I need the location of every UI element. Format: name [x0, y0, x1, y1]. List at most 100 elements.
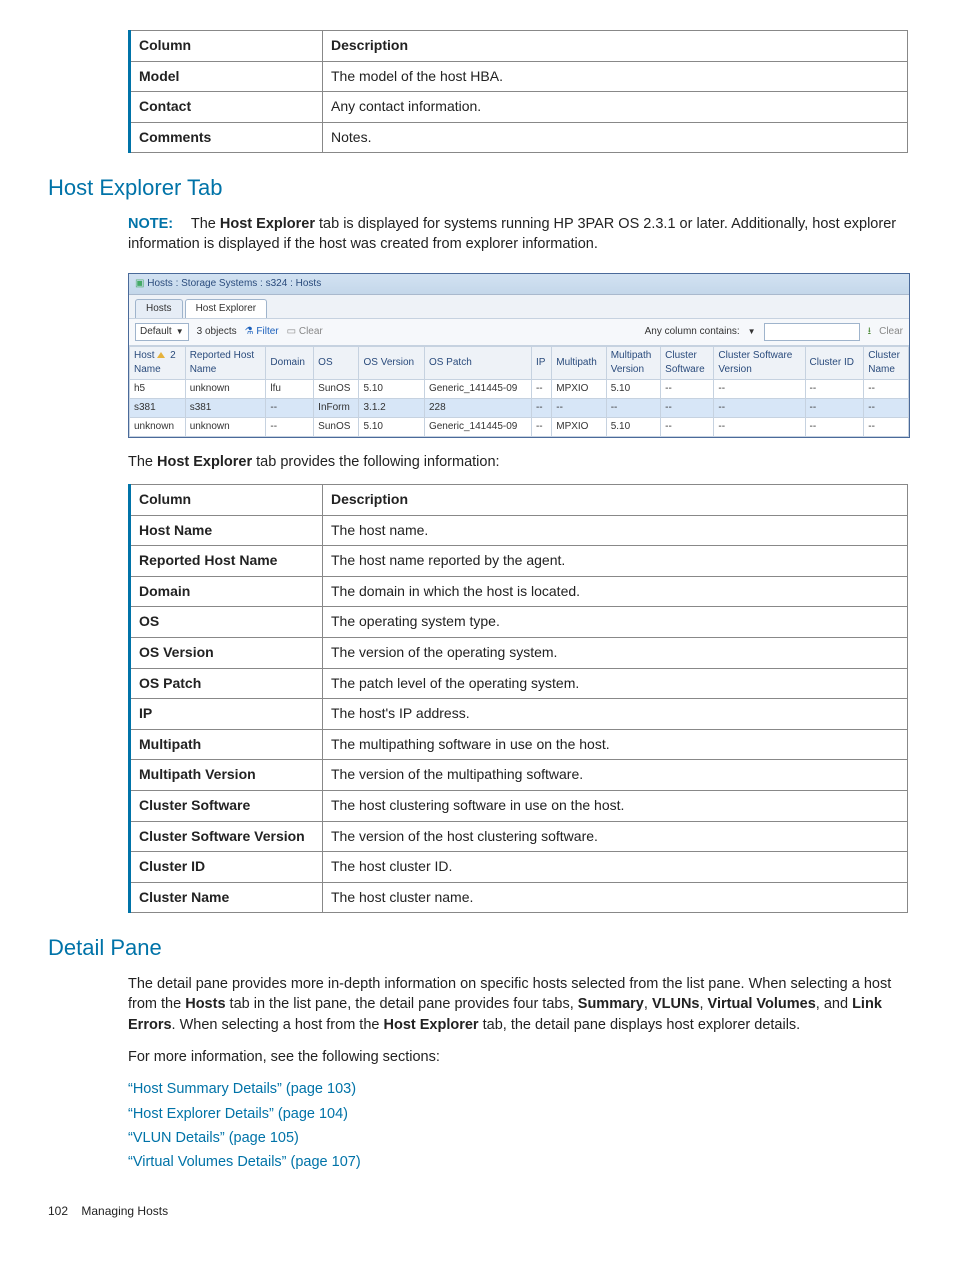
toolbar: Default ▼ 3 objects ⚗ Filter ▭ Clear Any…	[129, 318, 909, 346]
column-header[interactable]: Host 2Name	[130, 346, 186, 379]
cell-column: Cluster Software Version	[130, 821, 323, 852]
cell-description: The patch level of the operating system.	[323, 668, 908, 699]
grid-cell: h5	[130, 379, 186, 398]
grid-cell: 5.10	[606, 417, 660, 436]
column-header[interactable]: ClusterName	[864, 346, 909, 379]
grid-cell: --	[606, 398, 660, 417]
column-header[interactable]: Domain	[266, 346, 314, 379]
grid-cell: Generic_141445-09	[424, 417, 531, 436]
column-header[interactable]: OS Patch	[424, 346, 531, 379]
grid-cell: 228	[424, 398, 531, 417]
clear-link[interactable]: Clear	[879, 325, 903, 339]
grid-cell: SunOS	[314, 379, 359, 398]
cell-column: Cluster Name	[130, 882, 323, 913]
grid-cell: --	[661, 417, 714, 436]
search-input[interactable]	[764, 323, 860, 341]
grid-row[interactable]: s381s381--InForm3.1.2228--------------	[130, 398, 909, 417]
cell-description: The host name reported by the agent.	[323, 546, 908, 577]
cell-column: OS	[130, 607, 323, 638]
table-row: ContactAny contact information.	[130, 92, 908, 123]
grid-cell: --	[531, 379, 551, 398]
th-description: Description	[323, 485, 908, 516]
tab-bar: HostsHost Explorer	[129, 295, 909, 318]
cell-column: Host Name	[130, 515, 323, 546]
grid-cell: unknown	[130, 417, 186, 436]
grid-row[interactable]: unknownunknown--SunOS5.10Generic_141445-…	[130, 417, 909, 436]
cross-ref-link[interactable]: “Virtual Volumes Details” (page 107)	[128, 1154, 361, 1170]
grid-cell: s381	[130, 398, 186, 417]
table-row: Reported Host NameThe host name reported…	[130, 546, 908, 577]
grid-cell: --	[805, 417, 864, 436]
cell-description: Any contact information.	[323, 92, 908, 123]
cross-ref-link[interactable]: “VLUN Details” (page 105)	[128, 1130, 299, 1146]
export-icon[interactable]: ⭳	[868, 325, 872, 339]
tab-host-explorer[interactable]: Host Explorer	[185, 299, 268, 318]
cell-description: The host cluster name.	[323, 882, 908, 913]
note-text-bold: Host Explorer	[220, 216, 315, 232]
grid-cell: lfu	[266, 379, 314, 398]
window-icon: ▣	[135, 278, 144, 289]
grid-cell: --	[714, 398, 805, 417]
grid-cell: unknown	[185, 417, 266, 436]
page-number: 102	[48, 1204, 68, 1218]
cell-description: The host's IP address.	[323, 699, 908, 730]
cross-ref-link[interactable]: “Host Explorer Details” (page 104)	[128, 1106, 348, 1122]
filter-label: Filter	[256, 326, 278, 337]
sort-asc-icon	[157, 352, 165, 358]
cell-description: The host name.	[323, 515, 908, 546]
filter-link[interactable]: ⚗ Filter	[245, 325, 279, 339]
column-header[interactable]: Cluster ID	[805, 346, 864, 379]
table-row: Multipath VersionThe version of the mult…	[130, 760, 908, 791]
chevron-down-icon: ▼	[176, 326, 184, 337]
table-row: Cluster SoftwareThe host clustering soft…	[130, 791, 908, 822]
table-host-explorer-columns: Column Description Host NameThe host nam…	[128, 484, 908, 913]
grid-cell: MPXIO	[552, 379, 606, 398]
grid-row[interactable]: h5unknownlfuSunOS5.10Generic_141445-09--…	[130, 379, 909, 398]
chevron-down-icon[interactable]: ▼	[748, 326, 756, 337]
grid-cell: InForm	[314, 398, 359, 417]
table-top-columns: Column Description ModelThe model of the…	[128, 30, 908, 153]
column-header[interactable]: MultipathVersion	[606, 346, 660, 379]
th-column: Column	[130, 485, 323, 516]
tab-hosts[interactable]: Hosts	[135, 299, 183, 318]
column-header[interactable]: Multipath	[552, 346, 606, 379]
default-dropdown[interactable]: Default ▼	[135, 323, 189, 341]
cell-description: The version of the multipathing software…	[323, 760, 908, 791]
column-header[interactable]: OS	[314, 346, 359, 379]
cell-description: The multipathing software in use on the …	[323, 729, 908, 760]
th-column: Column	[130, 31, 323, 62]
table-row: CommentsNotes.	[130, 122, 908, 153]
grid-cell: 5.10	[359, 417, 424, 436]
grid-host-explorer: Host 2NameReported HostNameDomainOSOS Ve…	[129, 346, 909, 437]
window-title: ▣ Hosts : Storage Systems : s324 : Hosts	[129, 274, 909, 295]
objects-count: 3 objects	[197, 325, 237, 339]
note-text-pre: The	[191, 216, 220, 232]
grid-cell: SunOS	[314, 417, 359, 436]
cell-description: Notes.	[323, 122, 908, 153]
table-row: Cluster NameThe host cluster name.	[130, 882, 908, 913]
grid-cell: --	[552, 398, 606, 417]
grid-cell: --	[531, 398, 551, 417]
clear-small-link[interactable]: ▭ Clear	[287, 325, 323, 339]
cell-column: Reported Host Name	[130, 546, 323, 577]
cell-description: The host clustering software in use on t…	[323, 791, 908, 822]
detail-pane-para1: The detail pane provides more in-depth i…	[128, 974, 908, 1035]
grid-cell: --	[266, 417, 314, 436]
cross-ref-link[interactable]: “Host Summary Details” (page 103)	[128, 1081, 356, 1097]
grid-cell: 5.10	[359, 379, 424, 398]
column-header[interactable]: IP	[531, 346, 551, 379]
column-header[interactable]: Cluster SoftwareVersion	[714, 346, 805, 379]
cell-description: The version of the host clustering softw…	[323, 821, 908, 852]
filter-icon: ⚗	[245, 326, 254, 337]
heading-host-explorer-tab: Host Explorer Tab	[48, 173, 906, 204]
cell-column: IP	[130, 699, 323, 730]
note-label: NOTE:	[128, 216, 173, 232]
intro-post: tab provides the following information:	[252, 454, 499, 470]
column-header[interactable]: ClusterSoftware	[661, 346, 714, 379]
column-header[interactable]: OS Version	[359, 346, 424, 379]
column-header[interactable]: Reported HostName	[185, 346, 266, 379]
cell-column: Model	[130, 61, 323, 92]
grid-cell: MPXIO	[552, 417, 606, 436]
note-block: NOTE: The Host Explorer tab is displayed…	[128, 214, 908, 255]
grid-cell: --	[661, 379, 714, 398]
